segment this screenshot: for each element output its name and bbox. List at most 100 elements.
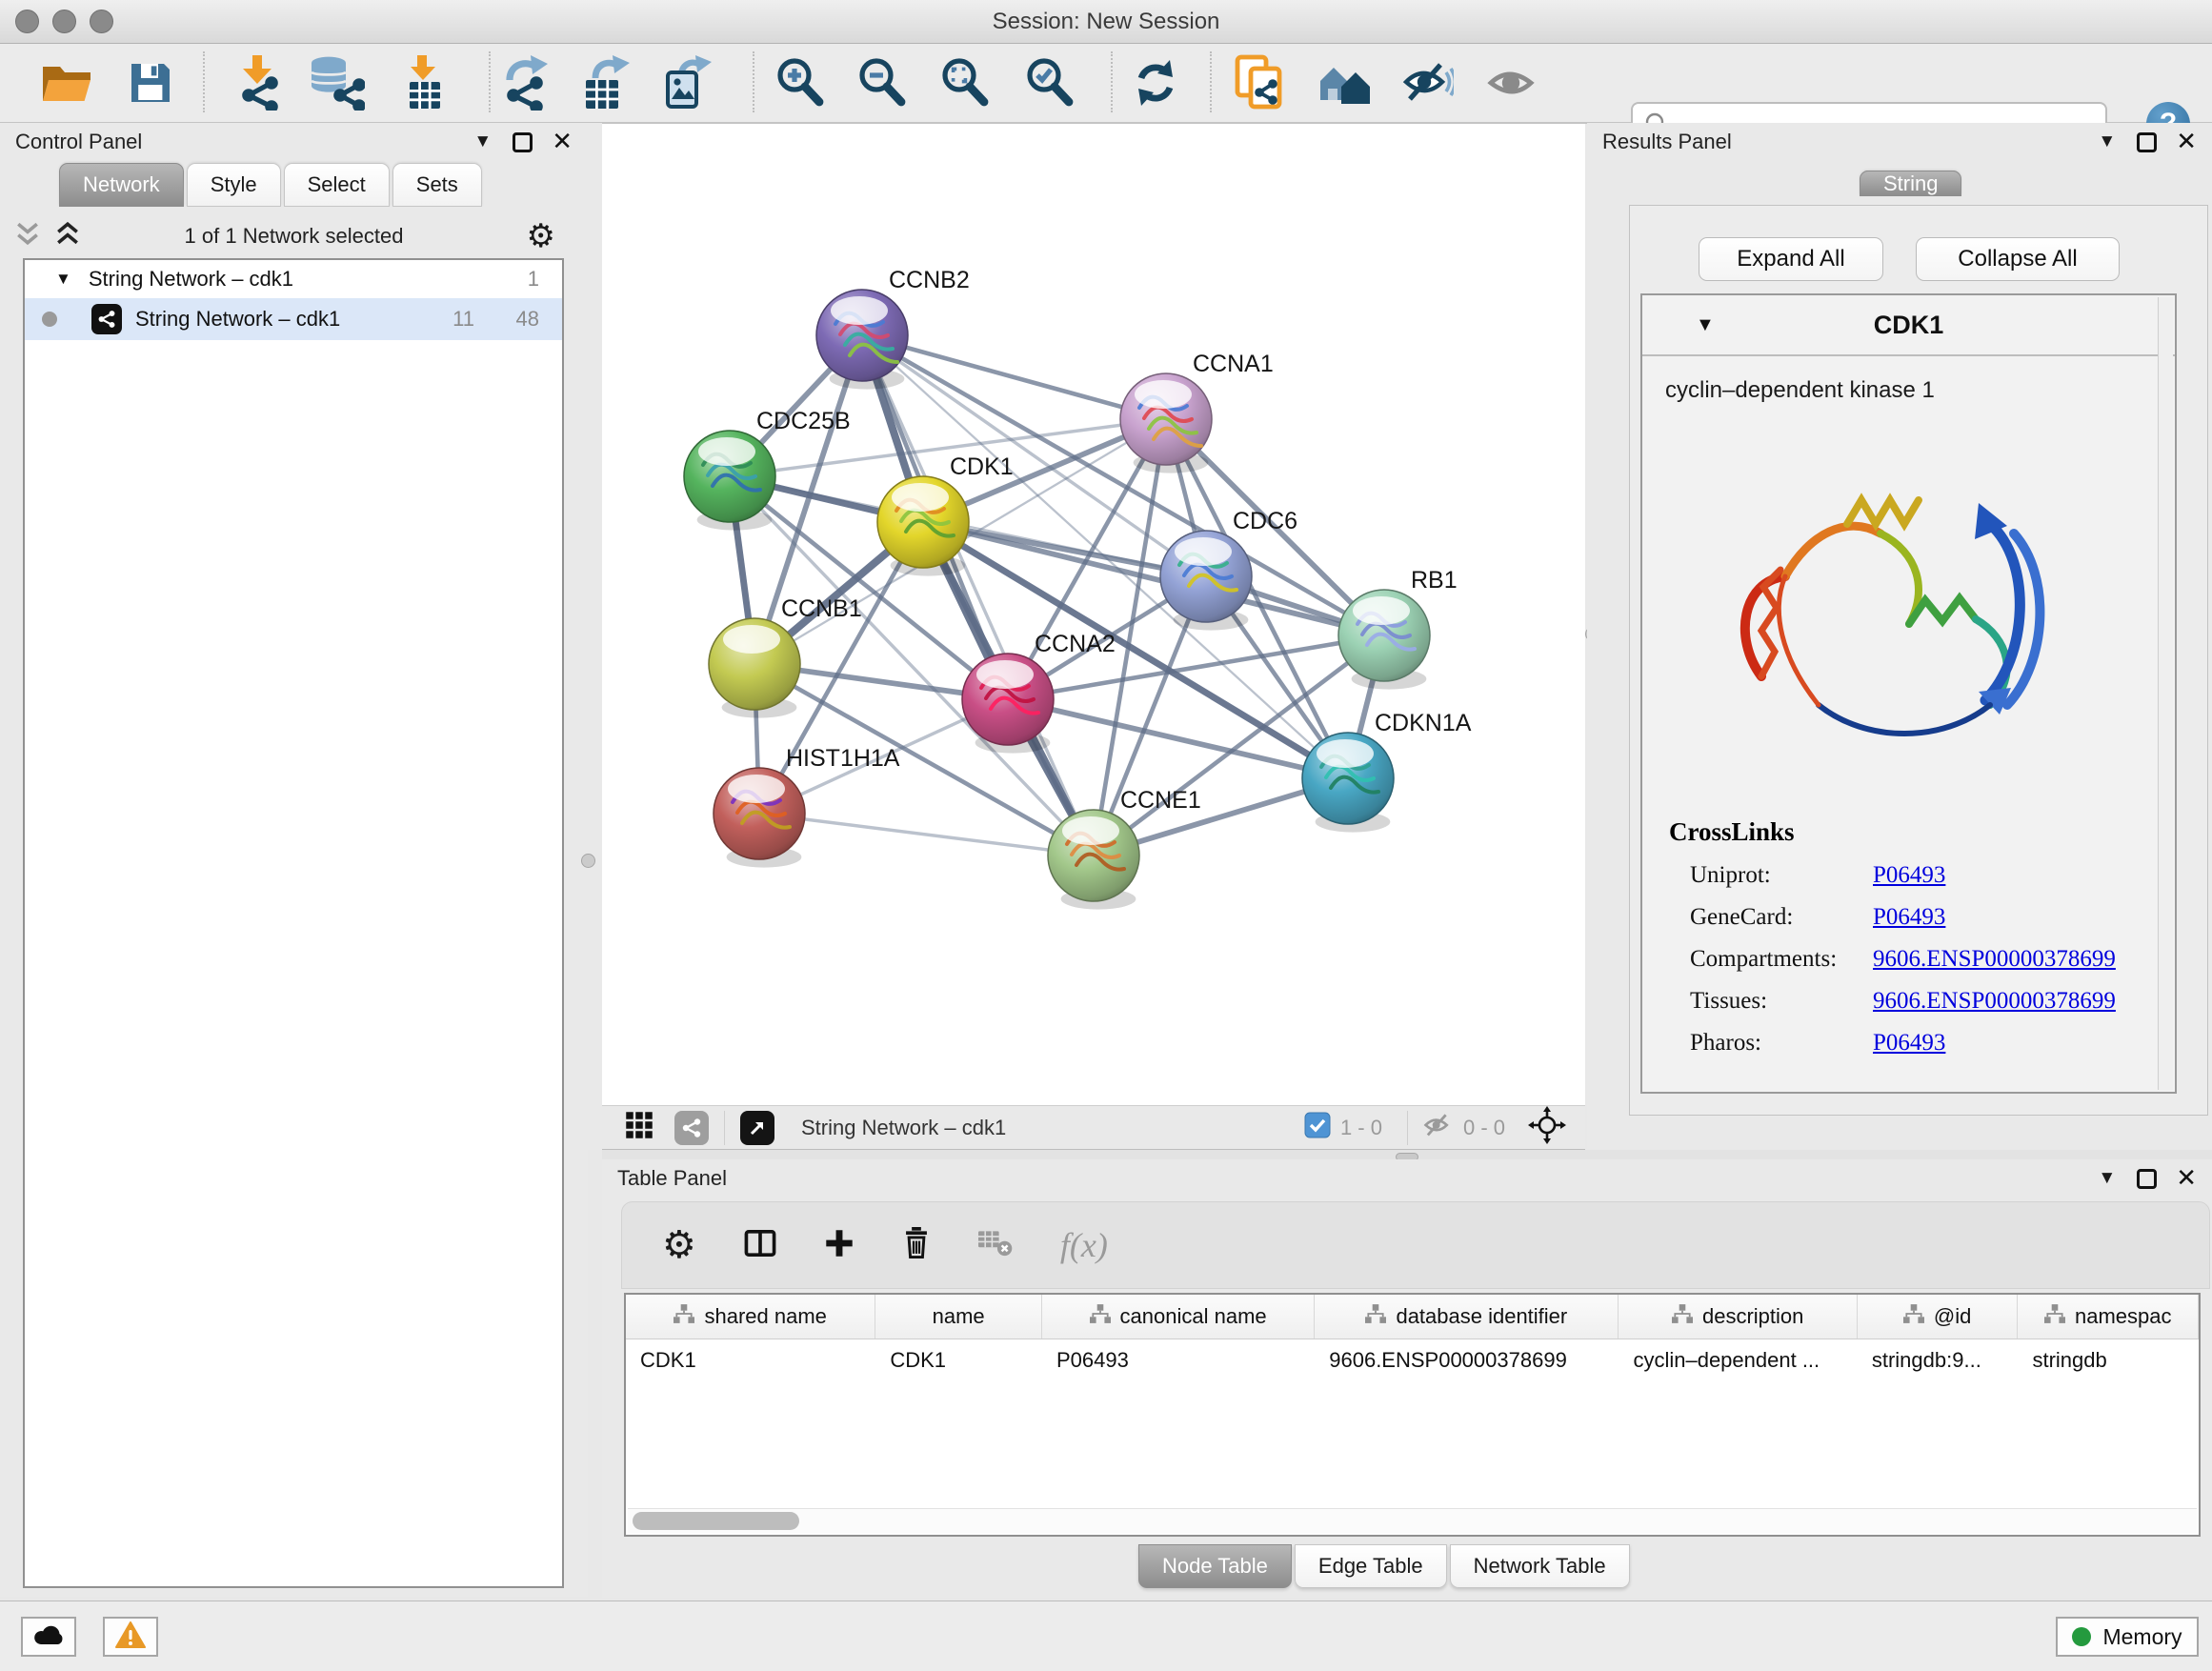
show-column-icon[interactable] bbox=[744, 1229, 776, 1262]
network-graph[interactable]: CCNB2CCNA1CDC25BCDK1CDC6RB1CCNB1CCNA2CDK… bbox=[602, 124, 1585, 1105]
save-session-icon[interactable] bbox=[128, 60, 173, 106]
cloud-status-button[interactable] bbox=[21, 1617, 76, 1657]
tab-style[interactable]: Style bbox=[187, 163, 281, 207]
column-header-canonical-name[interactable]: canonical name bbox=[1042, 1295, 1315, 1339]
network-row-selected[interactable]: String Network – cdk1 11 48 bbox=[25, 298, 562, 340]
delete-table-icon[interactable] bbox=[978, 1229, 1013, 1262]
open-session-icon[interactable] bbox=[41, 61, 92, 105]
panel-menu-icon[interactable]: ▼ bbox=[2098, 131, 2116, 152]
delete-column-icon[interactable] bbox=[902, 1227, 931, 1264]
import-table-icon[interactable] bbox=[400, 55, 450, 111]
crosslink-link[interactable]: 9606.ENSP00000378699 bbox=[1873, 946, 2116, 973]
collapse-all-button[interactable]: Collapse All bbox=[1916, 237, 2120, 281]
table-cell[interactable]: P06493 bbox=[1042, 1339, 1315, 1381]
table-cell[interactable]: cyclin–dependent ... bbox=[1619, 1339, 1857, 1381]
table-settings-gear-icon[interactable]: ⚙ bbox=[662, 1223, 696, 1267]
table-cell[interactable]: stringdb:9... bbox=[1858, 1339, 2019, 1381]
expand-all-button[interactable]: Expand All bbox=[1699, 237, 1883, 281]
zoom-in-icon[interactable] bbox=[775, 58, 825, 108]
node-CDK1[interactable]: CDK1 bbox=[877, 453, 1014, 576]
close-window-button[interactable] bbox=[15, 10, 39, 33]
node-CDC25B[interactable]: CDC25B bbox=[684, 408, 851, 531]
export-network-icon[interactable] bbox=[498, 55, 552, 111]
zoom-window-button[interactable] bbox=[90, 10, 113, 33]
first-neighbors-icon[interactable] bbox=[1317, 60, 1374, 106]
add-column-icon[interactable] bbox=[824, 1228, 855, 1263]
crosslink-link[interactable]: P06493 bbox=[1873, 1030, 1945, 1057]
table-cell[interactable]: 9606.ENSP00000378699 bbox=[1315, 1339, 1619, 1381]
export-table-icon[interactable] bbox=[580, 55, 633, 111]
tab-string[interactable]: String bbox=[1860, 163, 1964, 205]
tab-edge-table[interactable]: Edge Table bbox=[1295, 1544, 1447, 1588]
warning-status-button[interactable] bbox=[103, 1617, 158, 1657]
column-header-database-identifier[interactable]: database identifier bbox=[1315, 1295, 1619, 1339]
crosslink-link[interactable]: P06493 bbox=[1873, 862, 1945, 889]
network-current-dot bbox=[42, 312, 57, 327]
show-all-icon[interactable] bbox=[1487, 62, 1535, 104]
node-CCNB2[interactable]: CCNB2 bbox=[816, 267, 970, 390]
edge-CCNA2-CDKN1A[interactable] bbox=[1008, 699, 1348, 778]
results-scrollbar[interactable] bbox=[2158, 297, 2173, 1090]
panel-close-icon[interactable]: ✕ bbox=[2176, 128, 2197, 156]
column-header-namespac[interactable]: namespac bbox=[2018, 1295, 2199, 1339]
table-scrollbar[interactable] bbox=[628, 1508, 2197, 1533]
column-header-description[interactable]: description bbox=[1619, 1295, 1857, 1339]
protein-card-header[interactable]: ▼ CDK1 bbox=[1642, 295, 2175, 356]
network-options-gear-icon[interactable]: ⚙ bbox=[527, 217, 555, 255]
detach-view-icon[interactable] bbox=[740, 1111, 774, 1145]
tab-select[interactable]: Select bbox=[284, 163, 390, 207]
column-header--id[interactable]: @id bbox=[1858, 1295, 2019, 1339]
panel-float-icon[interactable] bbox=[2137, 132, 2157, 152]
zoom-fit-icon[interactable] bbox=[940, 58, 990, 108]
column-header-name[interactable]: name bbox=[875, 1295, 1042, 1339]
panel-close-icon[interactable]: ✕ bbox=[2176, 1164, 2197, 1193]
left-splitter[interactable] bbox=[588, 123, 602, 1150]
node-CCNA1[interactable]: CCNA1 bbox=[1120, 351, 1274, 473]
grid-view-icon[interactable] bbox=[625, 1111, 654, 1144]
table-scrollbar-thumb[interactable] bbox=[633, 1512, 799, 1530]
crosslink-link[interactable]: 9606.ENSP00000378699 bbox=[1873, 988, 2116, 1015]
edge-CCNE1-HIST1H1A[interactable] bbox=[759, 814, 1094, 856]
collection-expand-icon[interactable]: ▼ bbox=[55, 270, 71, 289]
panel-menu-icon[interactable]: ▼ bbox=[2098, 1168, 2116, 1189]
table-cell[interactable]: CDK1 bbox=[875, 1339, 1042, 1381]
zoom-out-icon[interactable] bbox=[857, 58, 907, 108]
network-canvas[interactable]: CCNB2CCNA1CDC25BCDK1CDC6RB1CCNB1CCNA2CDK… bbox=[602, 124, 1585, 1105]
node-CCNB1[interactable]: CCNB1 bbox=[709, 595, 862, 718]
column-header-shared-name[interactable]: shared name bbox=[626, 1295, 875, 1339]
memory-button[interactable]: Memory bbox=[2056, 1617, 2199, 1657]
birds-eye-view-icon[interactable] bbox=[1528, 1106, 1566, 1149]
network-collection-row[interactable]: ▼ String Network – cdk1 1 bbox=[25, 260, 562, 298]
zoom-selected-icon[interactable] bbox=[1025, 58, 1075, 108]
table-row[interactable]: CDK1CDK1P064939606.ENSP00000378699cyclin… bbox=[626, 1339, 2199, 1381]
node-CDKN1A[interactable]: CDKN1A bbox=[1302, 710, 1472, 833]
edge-CCNB2-CCNE1[interactable] bbox=[862, 335, 1094, 856]
panel-close-icon[interactable]: ✕ bbox=[552, 128, 573, 156]
crosslink-link[interactable]: P06493 bbox=[1873, 904, 1945, 931]
network-view-icon[interactable] bbox=[674, 1111, 709, 1145]
node-HIST1H1A[interactable]: HIST1H1A bbox=[714, 745, 900, 868]
left-splitter-handle[interactable] bbox=[581, 854, 595, 868]
table-cell[interactable]: CDK1 bbox=[626, 1339, 875, 1381]
hide-selected-icon[interactable] bbox=[1402, 61, 1454, 105]
protein-expand-icon[interactable]: ▼ bbox=[1696, 314, 1715, 336]
node-CDC6[interactable]: CDC6 bbox=[1160, 508, 1297, 631]
refresh-icon[interactable] bbox=[1131, 58, 1180, 108]
selected-checkbox-icon[interactable] bbox=[1304, 1112, 1331, 1143]
node-RB1[interactable]: RB1 bbox=[1338, 567, 1458, 690]
tab-sets[interactable]: Sets bbox=[392, 163, 482, 207]
hidden-eye-icon[interactable] bbox=[1423, 1113, 1454, 1143]
export-image-icon[interactable] bbox=[664, 55, 715, 111]
tab-network[interactable]: Network bbox=[59, 163, 184, 207]
clone-network-icon[interactable] bbox=[1235, 54, 1286, 111]
import-network-icon[interactable] bbox=[231, 55, 285, 111]
function-builder-icon[interactable]: f(x) bbox=[1060, 1225, 1108, 1265]
import-network-from-database-icon[interactable] bbox=[310, 55, 365, 111]
panel-float-icon[interactable] bbox=[2137, 1169, 2157, 1189]
table-cell[interactable]: stringdb bbox=[2018, 1339, 2199, 1381]
panel-float-icon[interactable] bbox=[513, 132, 533, 152]
panel-menu-icon[interactable]: ▼ bbox=[473, 131, 492, 152]
tab-node-table[interactable]: Node Table bbox=[1138, 1544, 1292, 1588]
minimize-window-button[interactable] bbox=[52, 10, 76, 33]
tab-network-table[interactable]: Network Table bbox=[1450, 1544, 1630, 1588]
